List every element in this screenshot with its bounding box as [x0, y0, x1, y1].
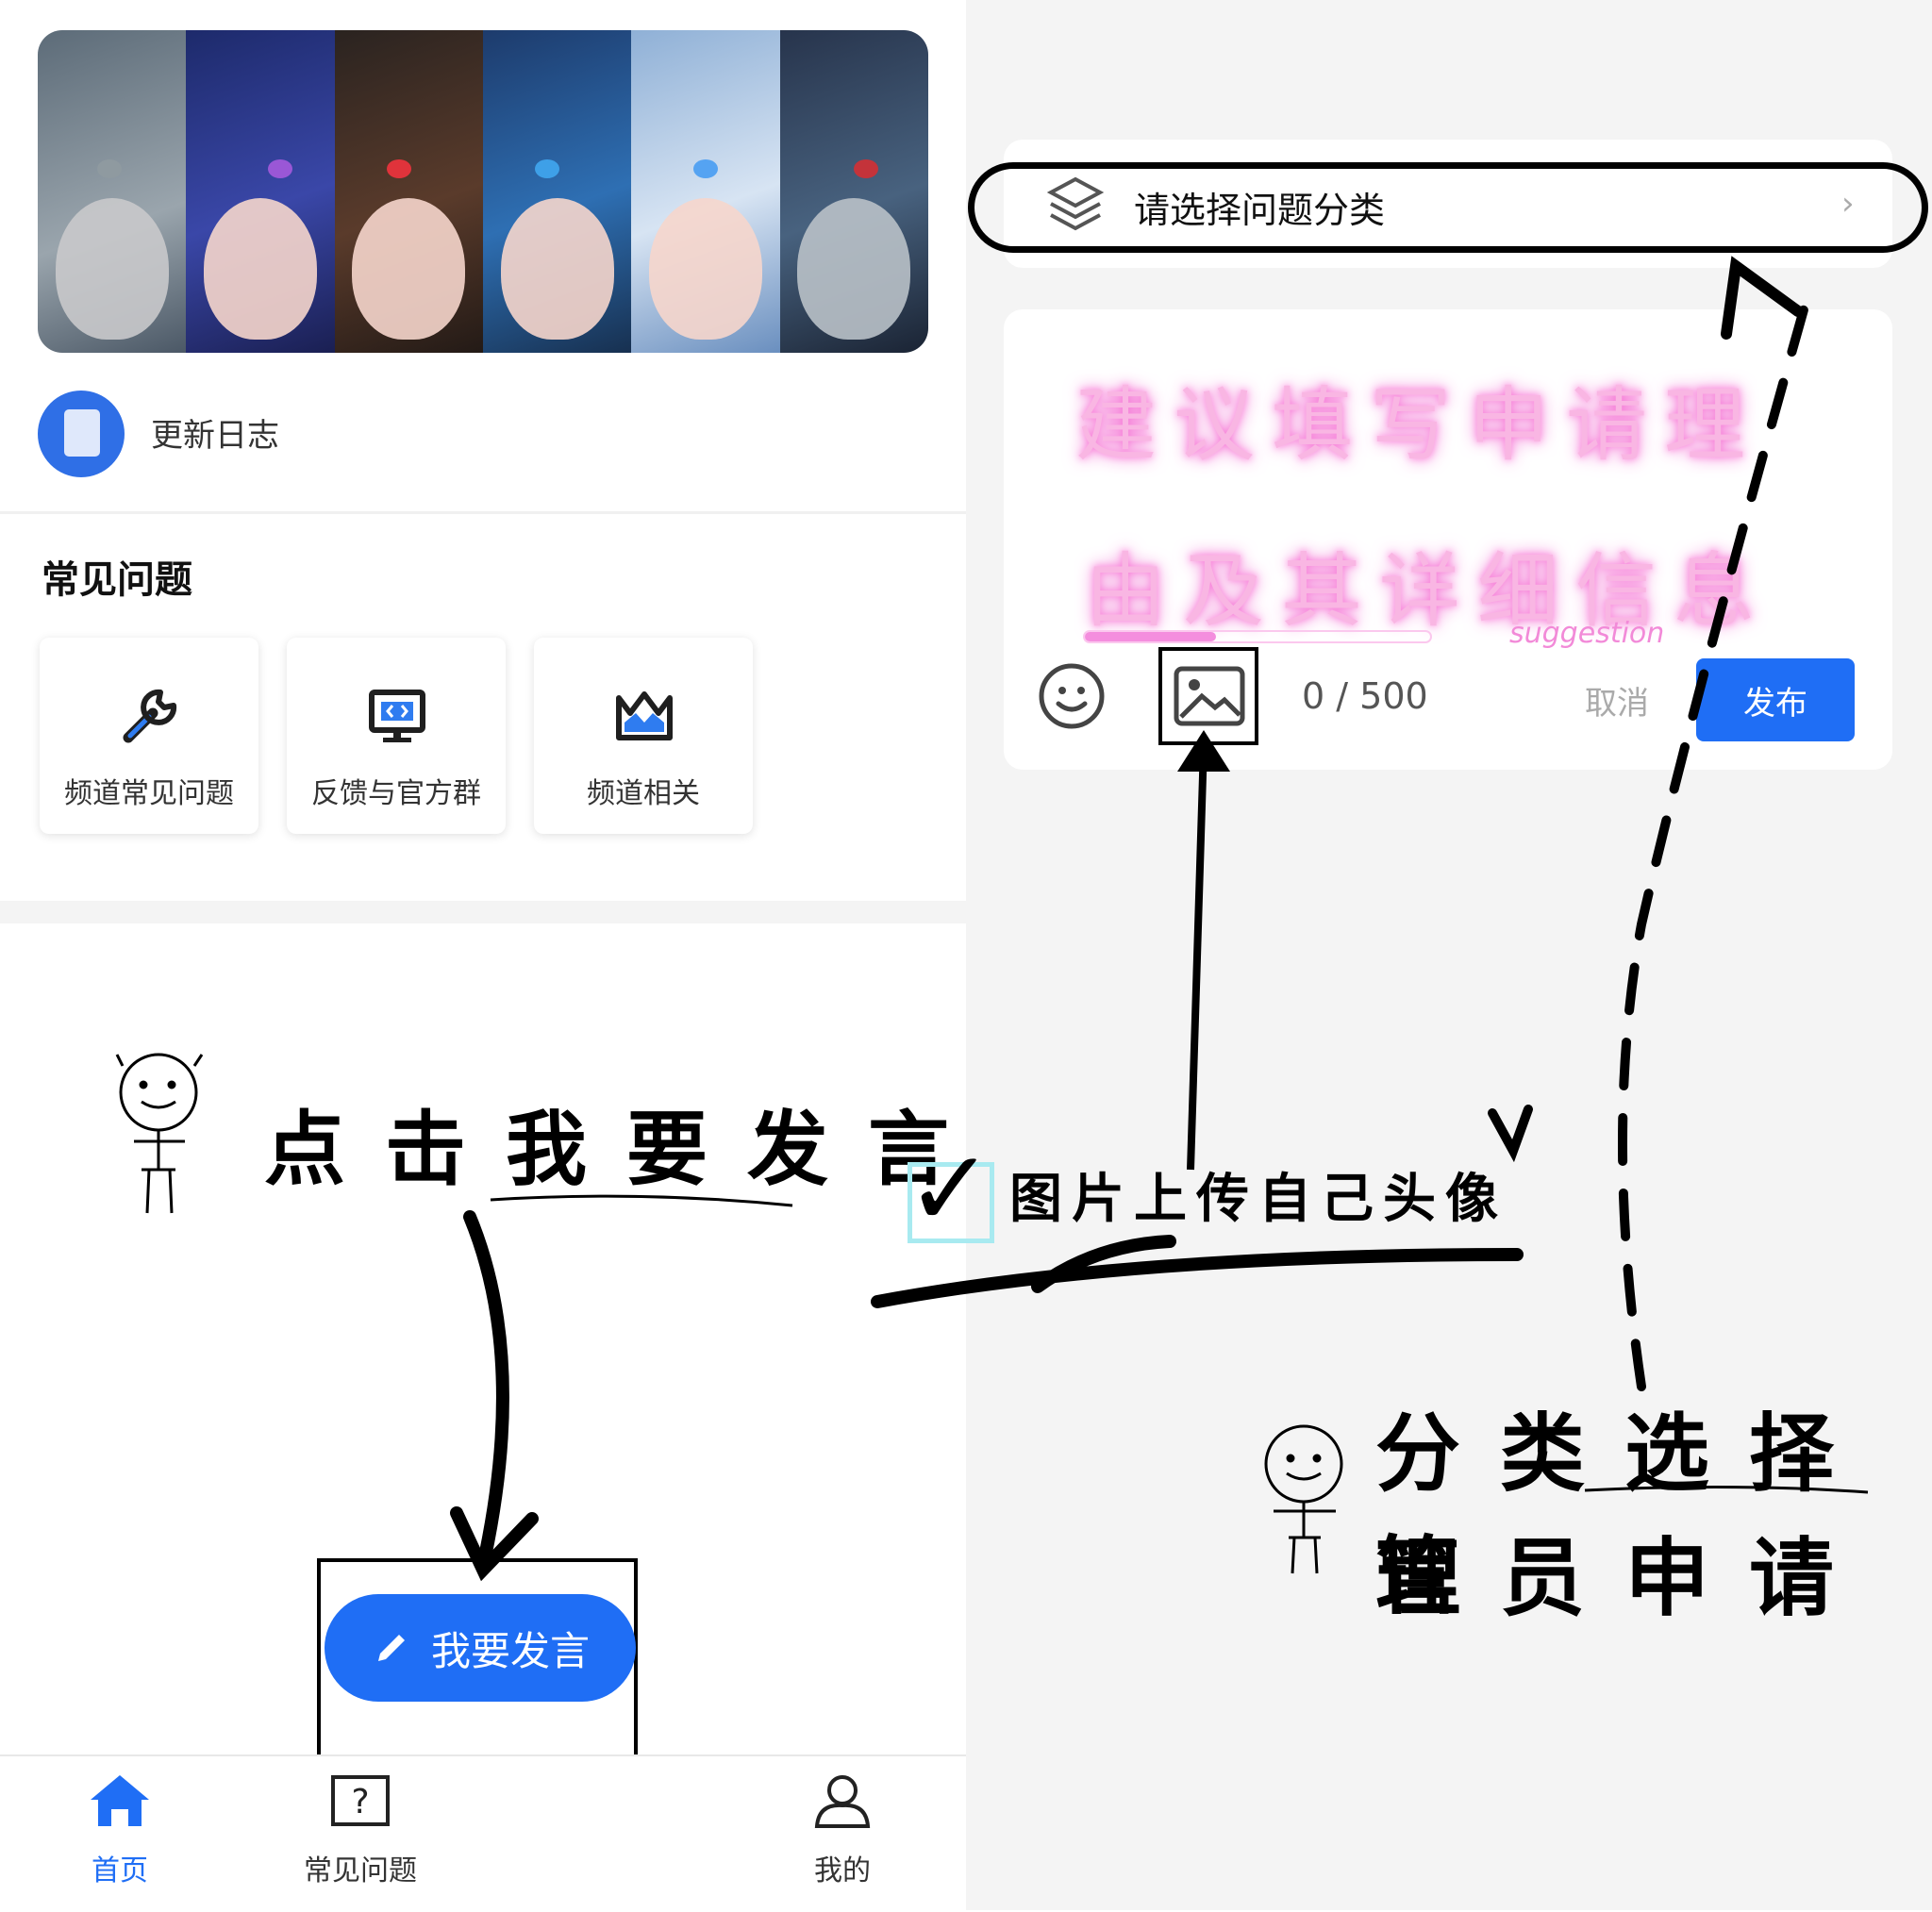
stick-figure-drawing [1264, 1424, 1343, 1574]
annotation-arrows [115, 256, 1869, 1582]
stick-figure-drawing [115, 1053, 204, 1214]
